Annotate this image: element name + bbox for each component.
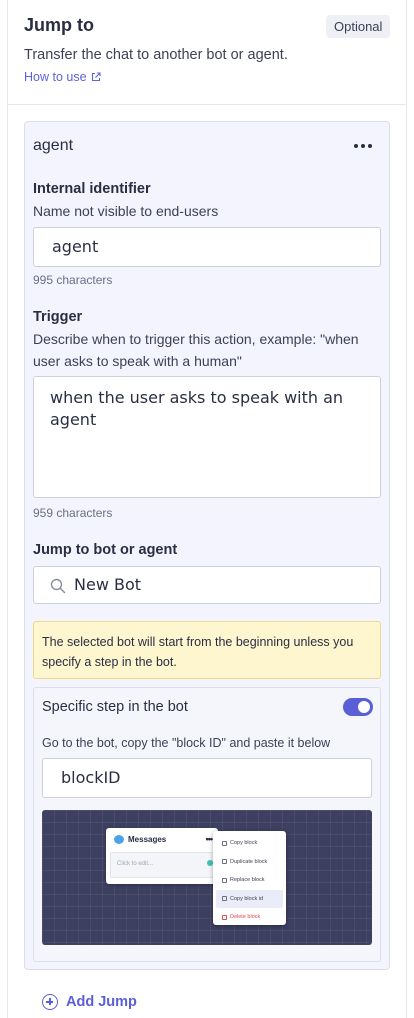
header-divider [7, 104, 407, 105]
trigger-textarea[interactable]: when the user asks to speak with an agen… [33, 376, 381, 498]
plus-circle-icon [42, 994, 58, 1010]
trigger-description-line1: Describe when to trigger this action, ex… [33, 331, 359, 347]
copy-icon [222, 840, 227, 846]
add-jump-button[interactable]: Add Jump [42, 994, 137, 1010]
warning-notice: The selected bot will start from the beg… [33, 621, 381, 679]
internal-identifier-description: Name not visible to end-users [33, 203, 219, 219]
chat-bubble-icon [114, 835, 124, 844]
card-title: agent [33, 137, 74, 154]
block-id-input[interactable]: blockID [42, 758, 372, 798]
preview-menu-item: Delete block [216, 908, 283, 927]
trigger-count: 959 characters [33, 506, 113, 520]
how-to-use-label: How to use [24, 70, 87, 84]
preview-more-icon: ••• [205, 834, 214, 844]
more-icon [354, 144, 358, 148]
internal-identifier-count: 995 characters [33, 273, 113, 287]
optional-badge: Optional [326, 15, 391, 38]
preview-messages-card: Messages ••• Click to edit... [106, 828, 218, 884]
how-to-use-link[interactable]: How to use [24, 70, 101, 84]
specific-step-description: Go to the bot, copy the "block ID" and p… [42, 736, 331, 750]
jump-target-value: New Bot [74, 575, 142, 594]
gear-icon [222, 896, 227, 902]
add-jump-label: Add Jump [66, 994, 137, 1010]
internal-identifier-label: Internal identifier [33, 181, 151, 197]
preview-menu-item: Duplicate block [216, 853, 283, 872]
preview-card-title: Messages [128, 835, 167, 844]
internal-identifier-input[interactable]: agent [33, 227, 381, 267]
replace-icon [222, 877, 227, 883]
duplicate-icon [222, 859, 227, 865]
search-icon [50, 578, 66, 594]
toggle-knob [358, 701, 370, 713]
trash-icon [222, 914, 227, 920]
preview-card-field: Click to edit... [110, 852, 214, 878]
preview-menu-item: Copy block [216, 834, 283, 853]
external-link-icon [91, 72, 101, 82]
trigger-description-line2: user asks to speak with a human" [33, 353, 242, 369]
preview-menu-item: Replace block [216, 871, 283, 890]
section-title: Jump to [24, 15, 94, 35]
trigger-label: Trigger [33, 309, 83, 325]
section-subtitle: Transfer the chat to another bot or agen… [24, 47, 288, 63]
block-id-preview-image: Messages ••• Click to edit... Copy block… [42, 810, 372, 945]
specific-step-label: Specific step in the bot [42, 699, 188, 715]
jump-target-label: Jump to bot or agent [33, 542, 178, 558]
more-options-button[interactable] [352, 140, 374, 152]
specific-step-toggle[interactable] [343, 698, 373, 716]
preview-context-menu: Copy block Duplicate block Replace block… [213, 831, 286, 925]
preview-menu-item: Copy block id [216, 889, 283, 908]
